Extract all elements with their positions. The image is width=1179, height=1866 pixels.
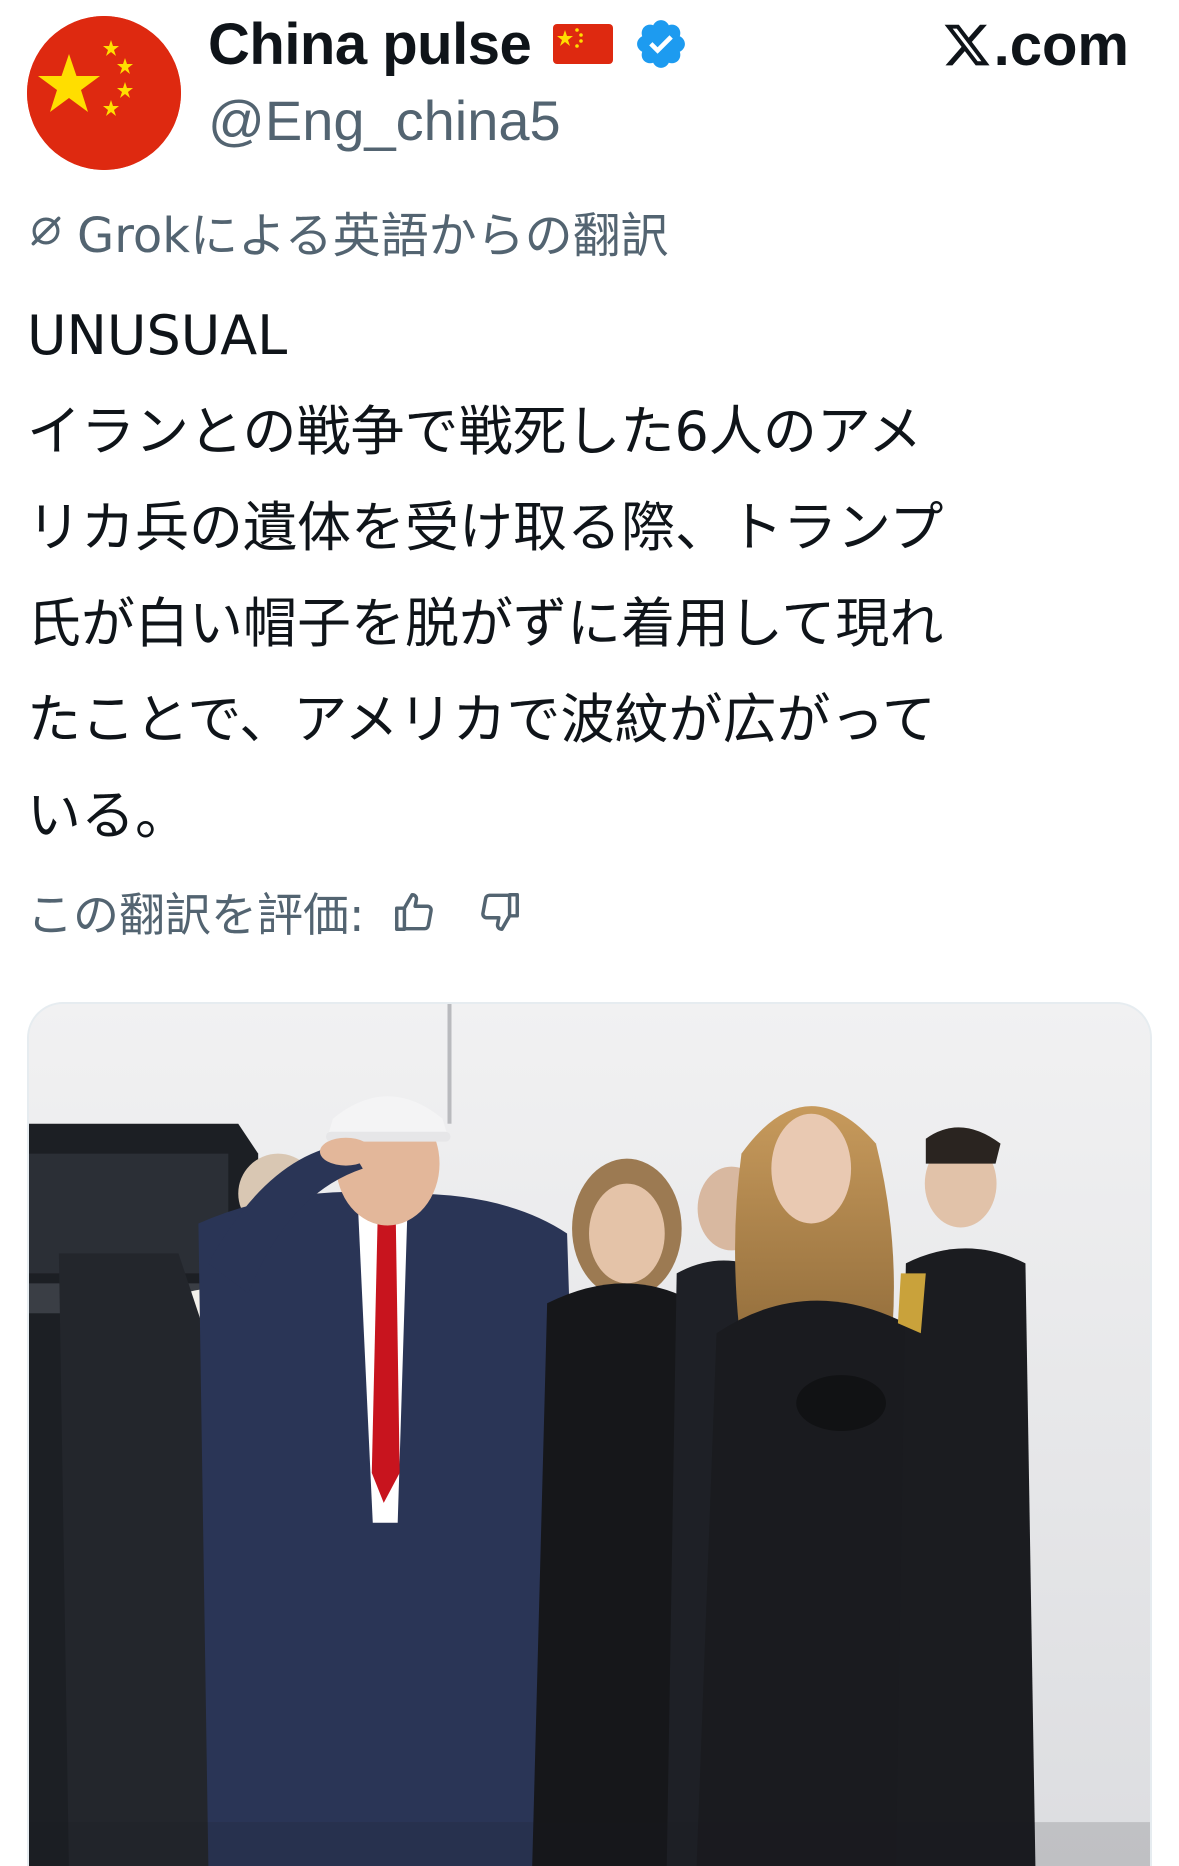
tweet-text-line: たことで、アメリカで波紋が広がって	[27, 688, 936, 751]
china-flag-icon	[553, 24, 614, 64]
china-flag-avatar-icon	[27, 16, 181, 170]
grok-icon	[27, 212, 65, 250]
author-name-row[interactable]: China pulse	[208, 11, 689, 78]
media-card[interactable]	[27, 1002, 1152, 1866]
ceremony-photo[interactable]	[29, 1004, 1150, 1866]
translation-notice-text: Grokによる英語からの翻訳	[77, 208, 669, 264]
translation-notice: Grokによる英語からの翻訳	[27, 200, 669, 264]
thumbs-up-icon[interactable]	[391, 889, 437, 935]
x-brand: .com	[942, 10, 1129, 80]
tweet-text-line: いる。	[27, 784, 189, 847]
tweet-text: UNUSUAL イランとの戦争で戦死した6人のアメ リカ兵の遺体を受け取る際、ト…	[27, 288, 1157, 864]
rate-translation: この翻訳を評価:	[27, 880, 523, 944]
author-display-name[interactable]: China pulse	[208, 11, 532, 78]
rate-translation-label: この翻訳を評価:	[27, 888, 365, 942]
tweet-text-line: 氏が白い帽子を脱がずに着用して現れ	[27, 592, 944, 655]
x-logo-icon	[942, 19, 992, 71]
author-handle[interactable]: @Eng_china5	[208, 88, 561, 153]
avatar[interactable]	[27, 16, 181, 170]
x-brand-suffix: .com	[993, 12, 1129, 78]
tweet-text-line: UNUSUAL	[27, 304, 288, 367]
thumbs-down-icon[interactable]	[477, 889, 523, 935]
verified-badge-icon[interactable]	[633, 16, 689, 72]
tweet-text-line: リカ兵の遺体を受け取る際、トランプ	[27, 496, 944, 559]
tweet-text-line: イランとの戦争で戦死した6人のアメ	[27, 400, 923, 463]
